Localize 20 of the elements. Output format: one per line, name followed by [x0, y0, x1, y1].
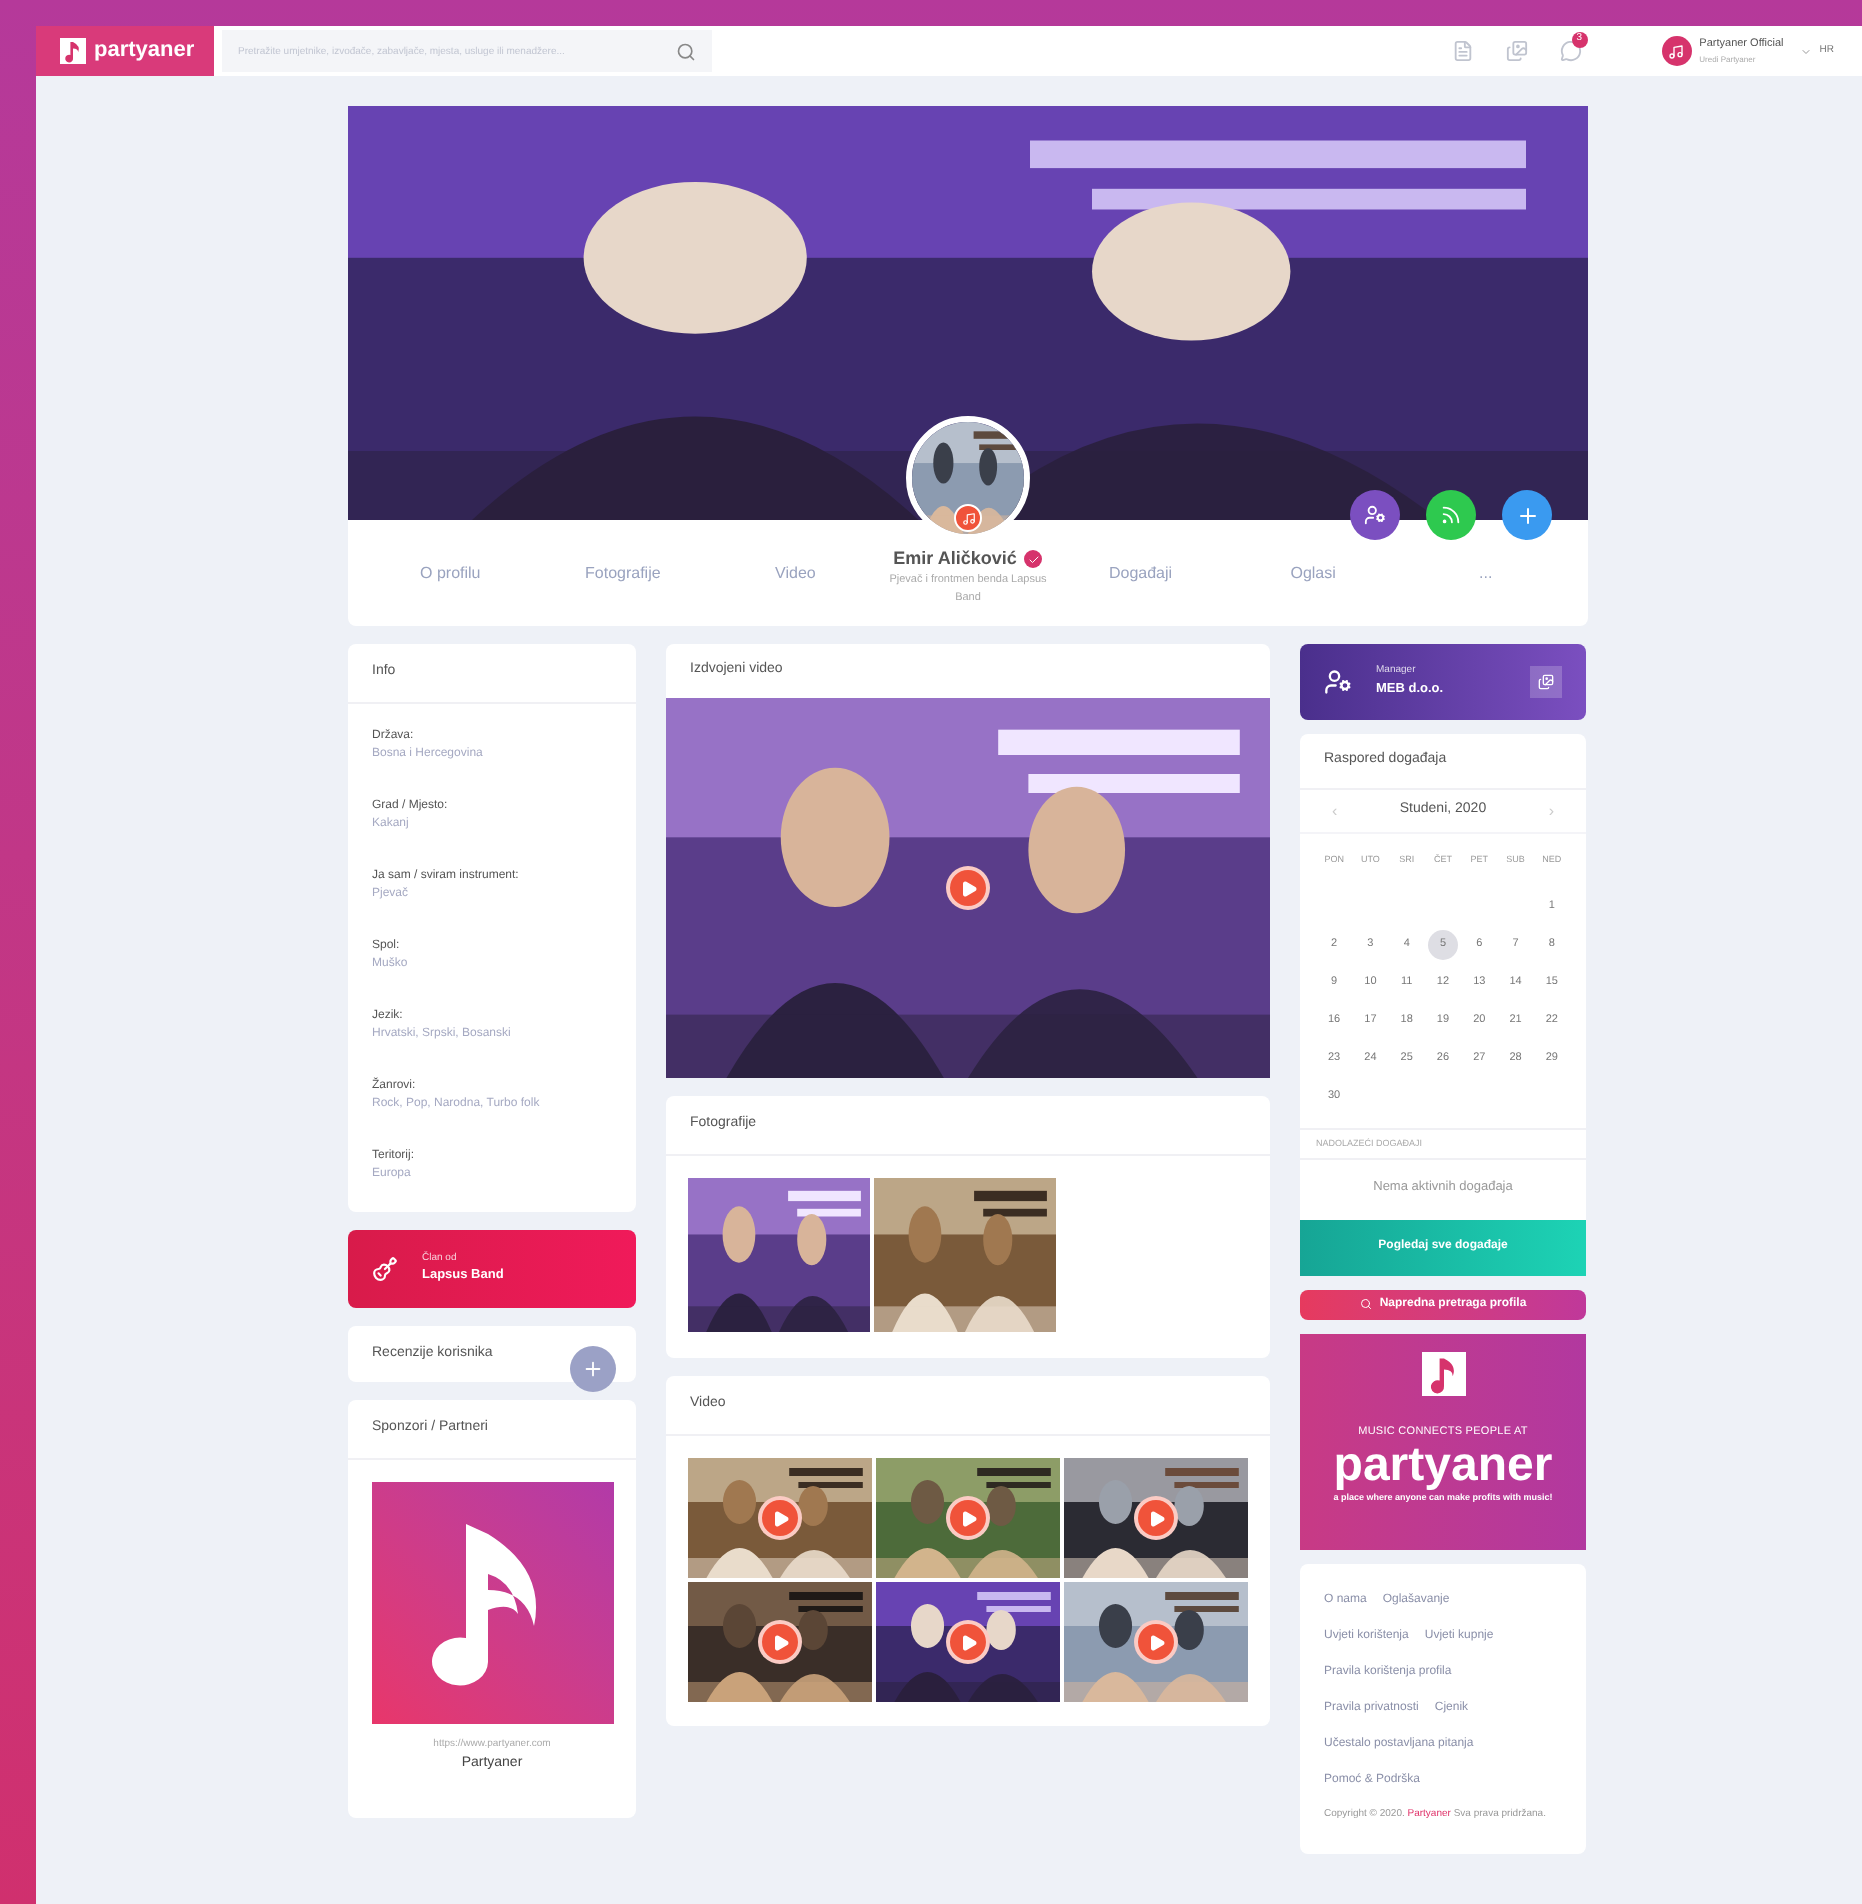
profile-tab[interactable]: O profilu [364, 561, 537, 585]
banner-brand: partyaner [1333, 1439, 1553, 1492]
guitar-icon [372, 1256, 398, 1282]
note-logo-icon [60, 38, 86, 64]
chat-icon[interactable] [1559, 40, 1582, 62]
profile-tab[interactable]: ... [1399, 561, 1572, 585]
note-logo-icon [1421, 1351, 1465, 1395]
profile-tab[interactable]: Oglasi [1226, 561, 1400, 585]
sponsor-logo[interactable] [371, 1482, 613, 1724]
profile-name: Emir Aličković [893, 545, 1017, 572]
user-avatar[interactable] [1661, 36, 1692, 66]
profile-tab[interactable]: Video [709, 561, 882, 585]
logo[interactable]: partyaner [36, 26, 214, 76]
profile-tab[interactable]: Fotografije [536, 561, 710, 585]
search-icon [1359, 1298, 1372, 1310]
profile-tab[interactable]: Događaji [1054, 561, 1227, 585]
contact-icon[interactable] [1530, 666, 1562, 698]
search-icon[interactable] [676, 41, 696, 61]
plus-icon [582, 1358, 604, 1380]
manager-icon [1324, 668, 1352, 696]
